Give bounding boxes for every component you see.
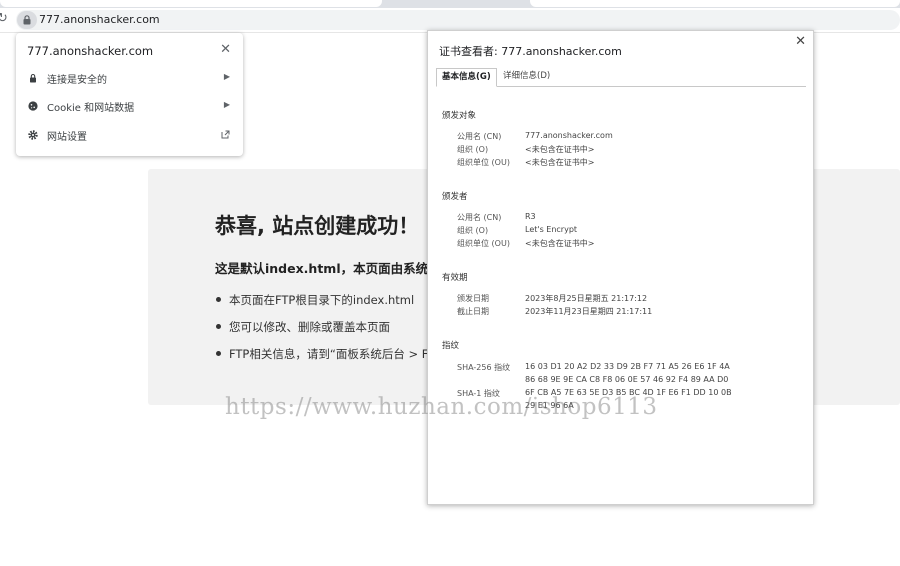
site-info-popup: 777.anonshacker.com ✕ 连接是安全的 ▶ Cookie 和网… xyxy=(16,33,243,156)
list-item: 本页面在FTP根目录下的index.html xyxy=(215,292,428,319)
gear-icon xyxy=(28,130,38,140)
browser-tab[interactable] xyxy=(0,0,382,7)
list-item: FTP相关信息，请到“面板系统后台 > F xyxy=(215,346,428,373)
connection-secure-item[interactable]: 连接是安全的 ▶ xyxy=(16,67,243,89)
section-heading: 颁发对象 xyxy=(442,111,477,121)
close-icon[interactable]: ✕ xyxy=(795,34,806,49)
field-label: SHA-256 指纹 xyxy=(457,363,511,372)
field-value: 777.anonshacker.com xyxy=(525,131,613,140)
tab-strip xyxy=(0,0,900,8)
menu-item-label: Cookie 和网站数据 xyxy=(47,103,135,114)
field-value: 2023年11月23日星期四 21:17:11 xyxy=(525,307,653,316)
chevron-right-icon: ▶ xyxy=(223,100,230,109)
chevron-right-icon: ▶ xyxy=(223,72,230,81)
tab-details[interactable]: 详细信息(D) xyxy=(498,68,555,85)
site-info-button[interactable] xyxy=(17,11,37,29)
menu-item-label: 网站设置 xyxy=(47,132,87,143)
section-heading: 指纹 xyxy=(442,341,460,351)
section-heading: 有效期 xyxy=(442,273,468,283)
page-title: 恭喜, 站点创建成功！ xyxy=(215,214,420,238)
field-label: 组织单位 (OU) xyxy=(457,158,510,167)
section-heading: 颁发者 xyxy=(442,192,468,202)
info-list: 本页面在FTP根目录下的index.html 您可以修改、删除或覆盖本页面 FT… xyxy=(215,292,428,373)
field-value: R3 xyxy=(525,212,536,221)
cookie-icon xyxy=(28,101,38,111)
browser-tab[interactable] xyxy=(530,0,900,7)
url-text[interactable]: 777.anonshacker.com xyxy=(39,13,160,26)
field-value: <未包含在证书中> xyxy=(525,158,595,167)
sha1-value: 6F CB A5 7E 63 5E D3 B5 BC 4D 1F E6 F1 D… xyxy=(525,388,732,397)
field-value: <未包含在证书中> xyxy=(525,145,595,154)
certificate-tabs: 基本信息(G) 详细信息(D) xyxy=(436,68,806,87)
field-label: 组织 (O) xyxy=(457,226,489,235)
sha256-value: 16 03 D1 20 A2 D2 33 D9 2B F7 71 A5 26 E… xyxy=(525,362,730,371)
close-icon[interactable]: ✕ xyxy=(220,42,231,57)
external-link-icon xyxy=(221,130,230,139)
field-label: 公用名 (CN) xyxy=(457,132,502,141)
lock-icon xyxy=(30,74,36,83)
reload-icon[interactable]: ↻ xyxy=(0,11,8,26)
popup-title: 777.anonshacker.com xyxy=(27,44,154,58)
field-value: <未包含在证书中> xyxy=(525,239,595,248)
dialog-title: 证书查看者: 777.anonshacker.com xyxy=(439,45,622,58)
field-label: 组织单位 (OU) xyxy=(457,239,510,248)
field-label: 颁发日期 xyxy=(457,294,489,303)
field-label: 组织 (O) xyxy=(457,145,489,154)
page-subtitle: 这是默认index.html，本页面由系统 xyxy=(215,261,429,276)
menu-item-label: 连接是安全的 xyxy=(47,75,107,86)
list-item: 您可以修改、删除或覆盖本页面 xyxy=(215,319,428,346)
sha256-value: 86 68 9E 9E CA C8 F8 06 0E 57 46 92 F4 8… xyxy=(525,375,729,384)
lock-icon xyxy=(23,15,31,25)
field-label: 截止日期 xyxy=(457,307,489,316)
field-value: Let's Encrypt xyxy=(525,225,578,234)
certificate-viewer-dialog: 证书查看者: 777.anonshacker.com ✕ 基本信息(G) 详细信… xyxy=(427,30,814,505)
address-bar[interactable]: 777.anonshacker.com xyxy=(16,10,900,30)
field-label: 公用名 (CN) xyxy=(457,213,502,222)
sha1-value: 29 E1 96 6A xyxy=(525,401,574,410)
tab-general[interactable]: 基本信息(G) xyxy=(436,68,497,87)
site-settings-item[interactable]: 网站设置 xyxy=(16,124,243,146)
field-label: SHA-1 指纹 xyxy=(457,389,500,398)
field-value: 2023年8月25日星期五 21:17:12 xyxy=(525,294,648,303)
cookie-item[interactable]: Cookie 和网站数据 ▶ xyxy=(16,95,243,117)
